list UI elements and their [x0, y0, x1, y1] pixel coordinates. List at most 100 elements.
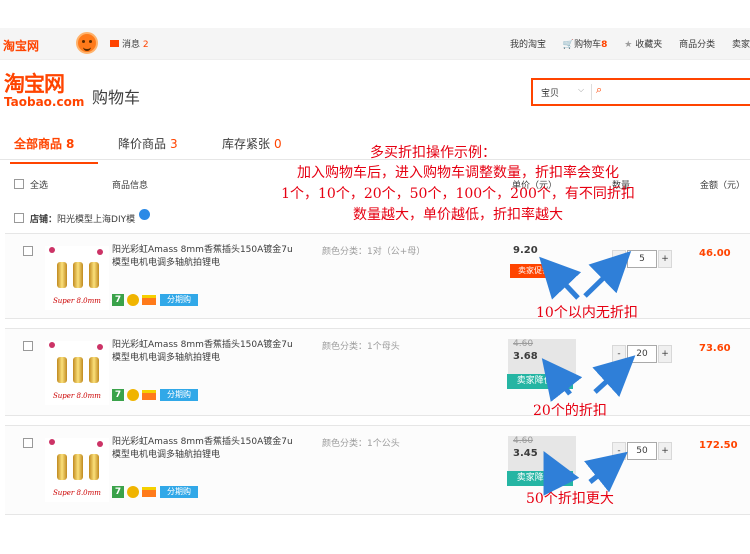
tab-price-drop[interactable]: 降价商品 3 [118, 135, 178, 152]
credit-card-icon [142, 295, 156, 305]
flower-icon [49, 247, 55, 253]
cart-link-label: 购物车 [574, 40, 602, 50]
connector-image [89, 357, 99, 383]
service-flower-icon [127, 294, 139, 306]
annotation-title: 多买折扣操作示例： [370, 145, 496, 161]
taobao-small-logo[interactable]: 淘宝网 [3, 37, 39, 54]
tab-count: 3 [170, 137, 178, 151]
connector-image [57, 357, 67, 383]
logo-en: Taobao.com [4, 95, 85, 109]
flower-icon [97, 249, 103, 255]
qty-plus-button[interactable]: + [658, 345, 672, 363]
seller-link[interactable]: 卖家 [732, 40, 750, 50]
annotation-text: 加入购物车后，进入购物车调整数量，折扣率会变化 1个，10个，20个，50个，1… [238, 163, 678, 226]
cart-header: 淘宝网 Taobao.com 购物车 宝贝 ⌵ ⌕ [0, 72, 750, 112]
favorites-link[interactable]: ★ 收藏夹 [624, 40, 662, 50]
top-nav: 我的淘宝 🛒购物车8 ★ 收藏夹 商品分类 卖家 [496, 37, 750, 50]
item-checkbox[interactable] [23, 246, 33, 256]
product-title[interactable]: 阳光彩虹Amass 8mm香蕉插头150A镀金7u模型电机电调多轴航拍锂电 [112, 339, 297, 365]
connector-image [73, 454, 83, 480]
item-checkbox[interactable] [23, 438, 33, 448]
item-checkbox[interactable] [23, 341, 33, 351]
product-thumbnail[interactable]: Super 8.0mm [45, 438, 109, 502]
qty-input[interactable]: 50 [627, 442, 657, 460]
cart-item-row: Super 8.0mm 阳光彩虹Amass 8mm香蕉插头150A镀金7u模型电… [5, 233, 750, 319]
seller-promo-tag[interactable]: 卖家促销 [510, 264, 558, 278]
original-price: 4.60 [513, 436, 534, 446]
page-title: 购物车 [92, 88, 141, 107]
annotation-line: 1个，10个，20个，50个，100个，200个，有不同折扣 [281, 186, 635, 202]
qty-plus-button[interactable]: + [658, 442, 672, 460]
thumb-brand: Super 8.0mm [53, 297, 101, 305]
annotation-line: 数量越大，单价越低，折扣率越大 [353, 207, 563, 223]
qty-minus-button[interactable]: - [612, 345, 626, 363]
tab-all-items[interactable]: 全部商品 8 [9, 135, 99, 164]
annotation-note-50: 50个折扣更大 [526, 491, 614, 507]
unit-price: 4.60 3.45 [513, 436, 577, 460]
installment-badge[interactable]: 分期购 [160, 294, 198, 306]
tab-low-stock[interactable]: 库存紧张 0 [222, 135, 282, 152]
user-avatar-icon[interactable] [76, 32, 98, 54]
original-price: 4.60 [513, 339, 534, 349]
sku-info: 颜色分类：1个公头 [322, 439, 400, 449]
search-box[interactable]: 宝贝 ⌵ ⌕ [531, 78, 750, 106]
installment-badge[interactable]: 分期购 [160, 389, 198, 401]
taobao-logo[interactable]: 淘宝网 Taobao.com [4, 72, 84, 108]
shop-name[interactable]: 阳光模型上海DIY模 [57, 215, 135, 225]
connector-image [73, 357, 83, 383]
product-thumbnail[interactable]: Super 8.0mm [45, 246, 109, 310]
item-amount: 172.50 [699, 440, 738, 451]
qty-minus-button[interactable]: - [612, 442, 626, 460]
star-icon: ★ [624, 40, 633, 50]
shop-checkbox[interactable] [14, 213, 24, 223]
search-icon[interactable]: ⌕ [596, 83, 602, 97]
product-title[interactable]: 阳光彩虹Amass 8mm香蕉插头150A镀金7u模型电机电调多轴航拍锂电 [112, 436, 297, 462]
messages-link[interactable]: 消息 2 [110, 37, 149, 50]
credit-card-icon [142, 487, 156, 497]
seven-day-return-icon: 7 [112, 389, 124, 401]
annotation-note-20: 20个的折扣 [533, 403, 607, 419]
item-amount: 73.60 [699, 343, 731, 354]
flower-icon [49, 342, 55, 348]
seller-price-drop-tag[interactable]: 卖家降价 ⌄ [507, 471, 573, 486]
thumb-brand: Super 8.0mm [53, 489, 101, 497]
chat-icon[interactable] [139, 209, 151, 220]
search-category-select[interactable]: 宝贝 [541, 86, 559, 99]
connector-image [89, 262, 99, 288]
qty-input[interactable]: 20 [627, 345, 657, 363]
my-taobao-link[interactable]: 我的淘宝 [510, 40, 546, 50]
tab-count: 8 [66, 137, 75, 151]
sku-info: 颜色分类：1个母头 [322, 342, 400, 352]
flower-icon [49, 439, 55, 445]
select-all[interactable]: 全选 [14, 178, 48, 191]
qty-plus-button[interactable]: + [658, 250, 672, 268]
logo-cn: 淘宝网 [4, 72, 65, 96]
messages-count: 2 [142, 40, 149, 50]
thumb-brand: Super 8.0mm [53, 392, 101, 400]
qty-input[interactable]: 5 [627, 250, 657, 268]
col-product-info: 商品信息 [112, 181, 149, 191]
tab-count: 0 [274, 137, 282, 151]
cart-count: 8 [601, 40, 608, 50]
select-all-checkbox[interactable] [14, 179, 24, 189]
tab-label: 降价商品 [118, 137, 167, 151]
sku-info: 颜色分类：1对（公+母） [322, 247, 426, 257]
seller-price-drop-tag[interactable]: 卖家降价 ⌄ [507, 374, 573, 389]
cart-item-row: Super 8.0mm 阳光彩虹Amass 8mm香蕉插头150A镀金7u模型电… [5, 425, 750, 515]
flower-icon [97, 344, 103, 350]
cart-link[interactable]: 🛒购物车8 [563, 40, 608, 50]
qty-minus-button[interactable]: - [612, 250, 626, 268]
product-title[interactable]: 阳光彩虹Amass 8mm香蕉插头150A镀金7u模型电机电调多轴航拍锂电 [112, 244, 297, 270]
categories-link[interactable]: 商品分类 [679, 40, 715, 50]
service-flower-icon [127, 486, 139, 498]
product-thumbnail[interactable]: Super 8.0mm [45, 341, 109, 405]
installment-badge[interactable]: 分期购 [160, 486, 198, 498]
seven-day-return-icon: 7 [112, 486, 124, 498]
credit-card-icon [142, 390, 156, 400]
current-price: 3.45 [513, 448, 538, 459]
tab-label: 全部商品 [14, 137, 63, 151]
connector-image [73, 262, 83, 288]
seven-day-return-icon: 7 [112, 294, 124, 306]
cart-item-row: Super 8.0mm 阳光彩虹Amass 8mm香蕉插头150A镀金7u模型电… [5, 328, 750, 416]
annotation-line: 加入购物车后，进入购物车调整数量，折扣率会变化 [297, 165, 619, 181]
